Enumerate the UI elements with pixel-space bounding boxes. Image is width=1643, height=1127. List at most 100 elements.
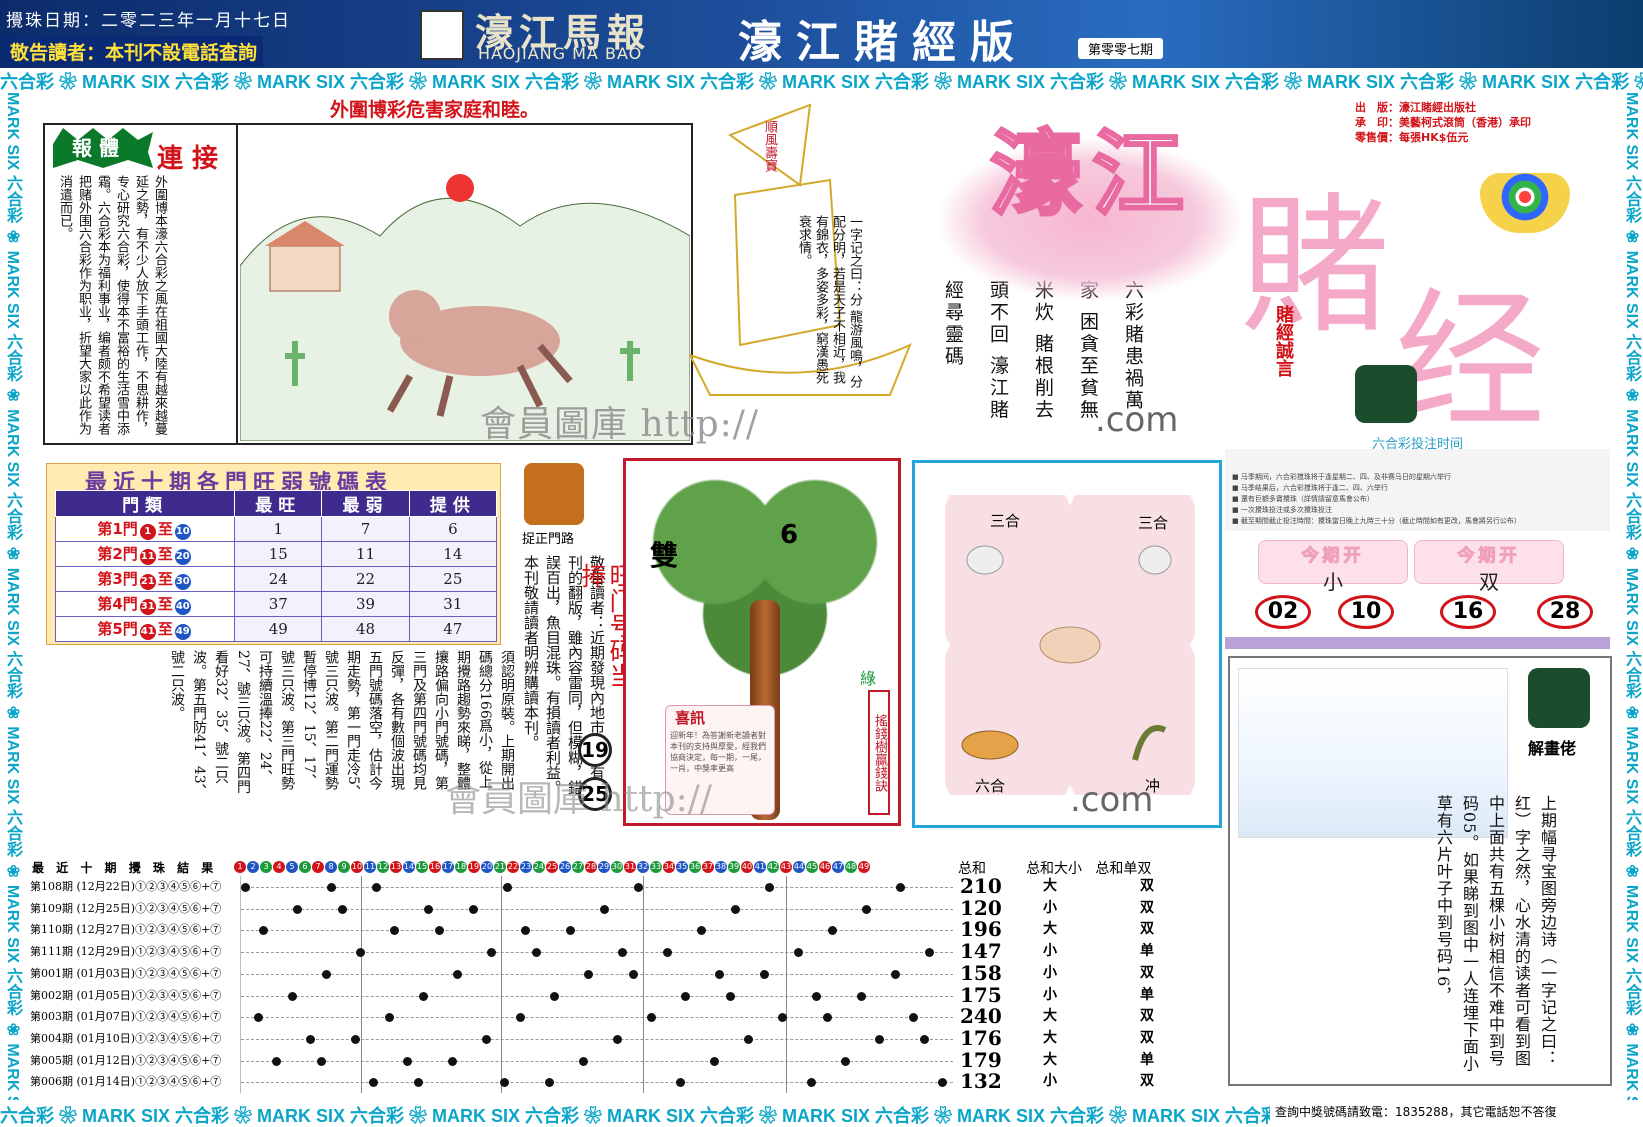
lucky-number: 10	[1338, 595, 1394, 629]
big-small-value: 大	[1043, 1029, 1057, 1046]
col-header: 提供	[408, 490, 498, 517]
number-ball: 12	[377, 861, 389, 873]
odd-even-value: 单	[1140, 1051, 1154, 1068]
number-ball: 35	[676, 861, 688, 873]
draw-mark	[676, 1078, 685, 1088]
odd-even-value: 双	[1140, 921, 1154, 938]
number-ball: 40	[741, 861, 753, 873]
warning-heading: 外圍博彩危害家庭和睦。	[330, 99, 540, 121]
number-ball: 33	[650, 861, 662, 873]
this-period-parity: 今期开 双	[1414, 540, 1564, 594]
draw-mark	[338, 904, 347, 914]
hot-cold-table: 門類 最旺 最弱 提供 第1門 1 至 10 1 7 6 第2門 11 至 20 15 11 14 第3門 2…	[54, 490, 498, 642]
article-body: 外圍博本濠六合彩之風在祖國大陸有越來越蔓延之勢，有不少人放下手頭工作，不思耕作，…	[57, 175, 167, 435]
cell-hot: 15	[234, 541, 323, 567]
draw-mark	[293, 904, 302, 914]
results-ball-row: 1 2 3 4 5 6 7 8 9 10 11 12 13 14 15 16 17 18 19 20 21 22 23 24 2…	[234, 861, 871, 873]
cell-cold: 48	[321, 616, 410, 642]
draw-mark	[618, 948, 627, 958]
odd-even-value: 双	[1140, 964, 1154, 981]
result-row-label: 第108期 (12月22日)①②③④⑤⑥+⑦	[30, 880, 222, 893]
col-header: 最弱	[321, 490, 410, 517]
grid-separator	[643, 876, 644, 1093]
grid-line	[241, 1017, 953, 1019]
sum-value: 176	[960, 1025, 1002, 1050]
draw-mark	[414, 1078, 423, 1088]
lucky-number: 02	[1255, 595, 1311, 629]
big-small-value: 大	[1043, 1051, 1057, 1068]
number-ball: 24	[533, 861, 545, 873]
cell-pick: 14	[408, 541, 498, 567]
door-cell: 第3門 21 至 30	[54, 566, 236, 592]
no-phone-notice: 敬告讀者：本刊不設電話查詢	[4, 36, 264, 67]
draw-mark	[823, 1013, 832, 1023]
big-small-value: 大	[1043, 1008, 1057, 1025]
number-ball: 20	[481, 861, 493, 873]
grid-line	[241, 973, 953, 975]
ball-from: 1	[139, 524, 156, 540]
number-ball: 6	[299, 861, 311, 873]
number-ball: 46	[819, 861, 831, 873]
watermark-domain: .com	[1070, 780, 1154, 820]
number-ball: 7	[312, 861, 324, 873]
draw-mark	[327, 883, 336, 892]
draw-mark	[500, 1078, 509, 1088]
big-small-value: 小	[1043, 899, 1057, 916]
draw-mark	[731, 904, 740, 914]
cell-pick: 6	[408, 516, 498, 542]
cell-hot: 24	[234, 566, 323, 592]
cell-hot: 1	[234, 516, 323, 542]
draw-mark	[760, 969, 769, 979]
number-ball: 32	[637, 861, 649, 873]
odd-even-value: 双	[1140, 1029, 1154, 1046]
badge-text: 報 體	[72, 136, 119, 160]
big-small-value: 小	[1043, 1073, 1057, 1090]
oe-header: 总和单双	[1095, 861, 1152, 877]
number-ball: 21	[494, 861, 506, 873]
draw-mark	[744, 1034, 753, 1044]
number-ball: 45	[806, 861, 818, 873]
draw-mark	[765, 883, 774, 892]
motto: 賭經誠言	[1273, 305, 1294, 377]
good-news-title: 喜訊	[675, 709, 706, 727]
big-small-value: 大	[1043, 921, 1057, 938]
draw-mark	[634, 883, 643, 892]
draw-mark	[875, 1034, 884, 1044]
door-name: 第5門	[97, 620, 138, 638]
pill-value: 双	[1479, 570, 1499, 594]
grid-line	[241, 952, 953, 954]
door-cell: 第4門 31 至 40	[54, 591, 236, 617]
big-title-du: 賭	[1240, 180, 1391, 354]
draw-mark	[681, 991, 690, 1001]
marquee-band-top: 六合彩 ❀ MARK SIX 六合彩 ❀ MARK SIX 六合彩 ❀ MARK…	[0, 72, 1643, 90]
schedule-line: ■ 一次攪珠投注或多次攪珠投注	[1232, 506, 1332, 514]
panel-divider	[236, 123, 238, 445]
schedule-line: ■ 马季期间，六合彩搅珠将于逢星期二、四、及非赛马日的星期六举行	[1232, 473, 1451, 481]
marquee-band-bottom: 六合彩 ❀ MARK SIX 六合彩 ❀ MARK SIX 六合彩 ❀ MARK…	[0, 1106, 1270, 1126]
sum-value: 196	[960, 917, 1002, 942]
odd-even-column: 双双双单双单双双单双	[1140, 876, 1170, 1093]
odd-even-value: 单	[1140, 986, 1154, 1003]
draw-mark	[288, 991, 297, 1001]
sum-value: 132	[960, 1069, 1002, 1094]
draw-mark	[794, 948, 803, 958]
draw-mark	[862, 904, 871, 914]
cell-cold: 39	[321, 591, 410, 617]
number-ball: 1	[234, 861, 246, 873]
pill-header: 今期开	[1301, 546, 1365, 567]
big-small-value: 小	[1043, 964, 1057, 981]
draw-mark	[503, 883, 512, 892]
door-cell: 第5門 41 至 49	[54, 616, 236, 642]
door-name: 第3門	[97, 570, 138, 588]
draw-mark	[550, 991, 559, 1001]
find-door-label: 捉正門路	[522, 532, 575, 547]
table-row: 第2門 11 至 20 15 11 14	[54, 541, 498, 567]
number-ball: 26	[559, 861, 571, 873]
ball-to: 49	[174, 624, 191, 640]
hand-writing-icon	[1528, 668, 1590, 728]
grid-separator	[786, 876, 787, 1093]
number-ball: 47	[832, 861, 844, 873]
draw-mark	[909, 1013, 918, 1023]
treasure-bowl-icon	[1480, 173, 1570, 233]
draw-mark	[629, 969, 638, 979]
